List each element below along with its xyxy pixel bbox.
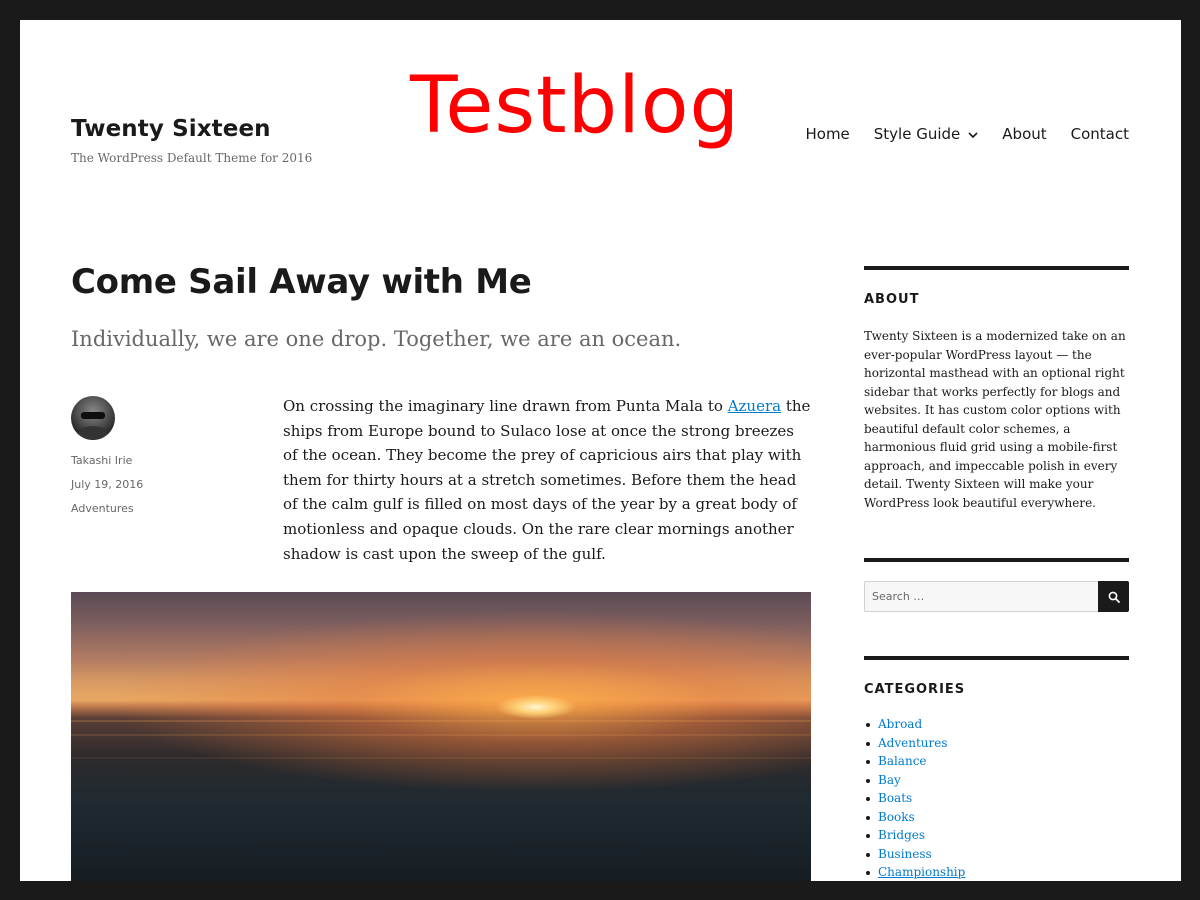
page: Twenty Sixteen The WordPress Default The… xyxy=(20,20,1181,881)
author-link[interactable]: Takashi Irie xyxy=(71,454,231,467)
nav-item-contact[interactable]: Contact xyxy=(1071,125,1129,143)
categories-widget: CATEGORIES Abroad Adventures Balance Bay… xyxy=(864,656,1129,881)
list-item: Books xyxy=(864,808,1129,827)
category-link-balance[interactable]: Balance xyxy=(878,754,927,768)
category-link-bridges[interactable]: Bridges xyxy=(878,828,925,842)
list-item: Business xyxy=(864,845,1129,864)
nav-item-about[interactable]: About xyxy=(1002,125,1046,143)
category-link-business[interactable]: Business xyxy=(878,847,932,861)
entry-header: Come Sail Away with Me Individually, we … xyxy=(71,262,811,351)
category-link-abroad[interactable]: Abroad xyxy=(878,717,922,731)
categories-list: Abroad Adventures Balance Bay Boats Book… xyxy=(864,715,1129,881)
nav-item-home[interactable]: Home xyxy=(805,125,849,143)
nav-item-label: Style Guide xyxy=(873,125,961,143)
about-widget-title: ABOUT xyxy=(864,292,920,307)
list-item: Championship xyxy=(864,863,1129,881)
featured-image-sunset-ocean xyxy=(71,592,811,881)
image-wave-detail xyxy=(71,720,811,722)
main-navigation: Home Style Guide About Contact xyxy=(781,125,1129,143)
entry-title[interactable]: Come Sail Away with Me xyxy=(71,262,811,303)
search-widget xyxy=(864,558,1129,656)
content-text: On crossing the imaginary line drawn fro… xyxy=(283,397,728,415)
category-link-boats[interactable]: Boats xyxy=(878,791,912,805)
site-description: The WordPress Default Theme for 2016 xyxy=(71,150,313,165)
avatar xyxy=(71,396,115,440)
category-link-adventures[interactable]: Adventures xyxy=(878,736,948,750)
search-input[interactable] xyxy=(864,581,1098,612)
post-date-link[interactable]: July 19, 2016 xyxy=(71,478,231,491)
search-form xyxy=(864,581,1129,612)
list-item: Bay xyxy=(864,771,1129,790)
entry-meta: Takashi Irie July 19, 2016 Adventures xyxy=(71,396,231,515)
nav-item-style-guide[interactable]: Style Guide xyxy=(874,125,979,143)
list-item: Adventures xyxy=(864,734,1129,753)
list-item: Bridges xyxy=(864,826,1129,845)
overlay-title: Testblog xyxy=(410,61,741,151)
azuera-link[interactable]: Azuera xyxy=(728,397,781,415)
list-item: Balance xyxy=(864,752,1129,771)
about-widget: ABOUT Twenty Sixteen is a modernized tak… xyxy=(864,266,1129,558)
search-icon xyxy=(1108,591,1120,603)
category-link[interactable]: Adventures xyxy=(71,502,231,515)
chevron-down-icon[interactable] xyxy=(968,129,978,142)
search-button[interactable] xyxy=(1098,581,1129,612)
about-widget-text: Twenty Sixteen is a modernized take on a… xyxy=(864,329,1126,510)
list-item: Abroad xyxy=(864,715,1129,734)
category-link-championship[interactable]: Championship xyxy=(878,865,965,879)
entry-content: On crossing the imaginary line drawn fro… xyxy=(283,394,813,566)
category-link-bay[interactable]: Bay xyxy=(878,773,901,787)
sidebar: ABOUT Twenty Sixteen is a modernized tak… xyxy=(864,266,1129,881)
content-text: the ships from Europe bound to Sulaco lo… xyxy=(283,397,811,563)
category-link-books[interactable]: Books xyxy=(878,810,915,824)
site-title[interactable]: Twenty Sixteen xyxy=(71,116,312,144)
entry-excerpt: Individually, we are one drop. Together,… xyxy=(71,326,682,351)
list-item: Boats xyxy=(864,789,1129,808)
categories-widget-title: CATEGORIES xyxy=(864,682,966,697)
image-wave-detail xyxy=(71,757,811,759)
image-wave-detail xyxy=(71,734,811,736)
site-branding: Twenty Sixteen The WordPress Default The… xyxy=(71,116,312,165)
